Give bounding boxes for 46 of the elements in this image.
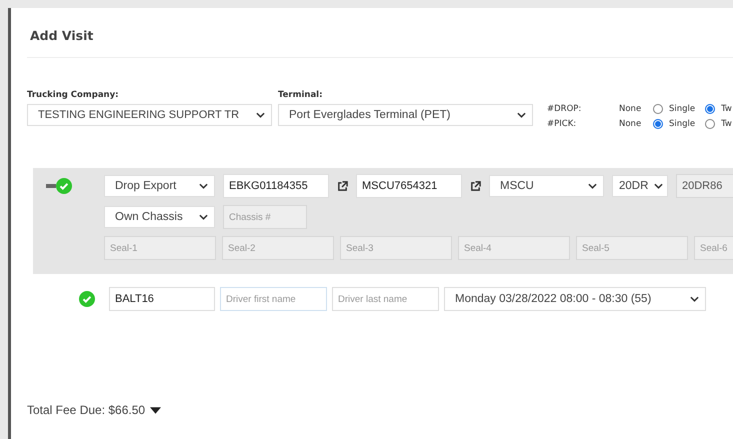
radio-button[interactable] [705,119,716,129]
option-label: None [619,119,642,129]
field-label: Terminal: [278,90,324,100]
option-label: Tw [721,104,732,114]
input-field[interactable]: MSCU7654321 [356,174,462,198]
dropdown[interactable]: Drop Export [104,175,215,197]
radio-button[interactable] [705,104,716,114]
input-field[interactable]: Seal-4 [458,236,570,260]
field-label: #PICK: [547,119,578,129]
option-label: Tw [721,119,732,129]
input-field[interactable]: BALT16 [109,287,215,311]
dropdown[interactable]: TESTING ENGINEERING SUPPORT TR [27,104,272,126]
dropdown[interactable]: 20DR [612,175,668,197]
chevron-icon [256,112,265,118]
input-field[interactable]: Seal-1 [104,236,216,260]
field-label: Trucking Company: [27,90,120,100]
external-link-icon[interactable] [470,180,481,192]
radio-button[interactable] [653,104,663,114]
input-field[interactable]: Driver first name [220,287,327,311]
input-field[interactable]: Seal-6 [694,236,733,260]
option-label: Single [669,104,696,114]
caret-icon[interactable] [150,406,162,414]
chevron-icon [690,296,699,302]
total-fee-text: Total Fee Due: $66.50 [27,403,146,417]
dropdown[interactable]: Monday 03/28/2022 08:00 - 08:30 (55) [444,287,706,311]
input-field[interactable]: EBKG01184355 [223,174,329,198]
option-label: None [619,104,642,114]
chevron-icon [588,183,597,189]
field-label: #DROP: [547,104,582,114]
dropdown[interactable]: Port Everglades Terminal (PET) [278,104,533,126]
chevron-icon [517,112,526,118]
external-link-icon[interactable] [337,180,348,192]
input-field[interactable]: Seal-2 [222,236,334,260]
input-field[interactable]: Seal-5 [576,236,688,260]
option-label: Single [669,119,696,129]
dropdown[interactable]: MSCU [489,175,604,197]
input-field[interactable]: Seal-3 [340,236,452,260]
dialog-title: Add Visit [29,27,94,45]
radio-button[interactable] [653,119,663,129]
dropdown[interactable]: Own Chassis [104,206,215,228]
chevron-icon [199,183,208,189]
input-field[interactable]: 20DR86 [676,174,733,198]
chevron-icon [654,183,663,189]
chevron-icon [199,214,208,220]
input-field[interactable]: Chassis # [223,205,307,229]
input-field[interactable]: Driver last name [332,287,439,311]
